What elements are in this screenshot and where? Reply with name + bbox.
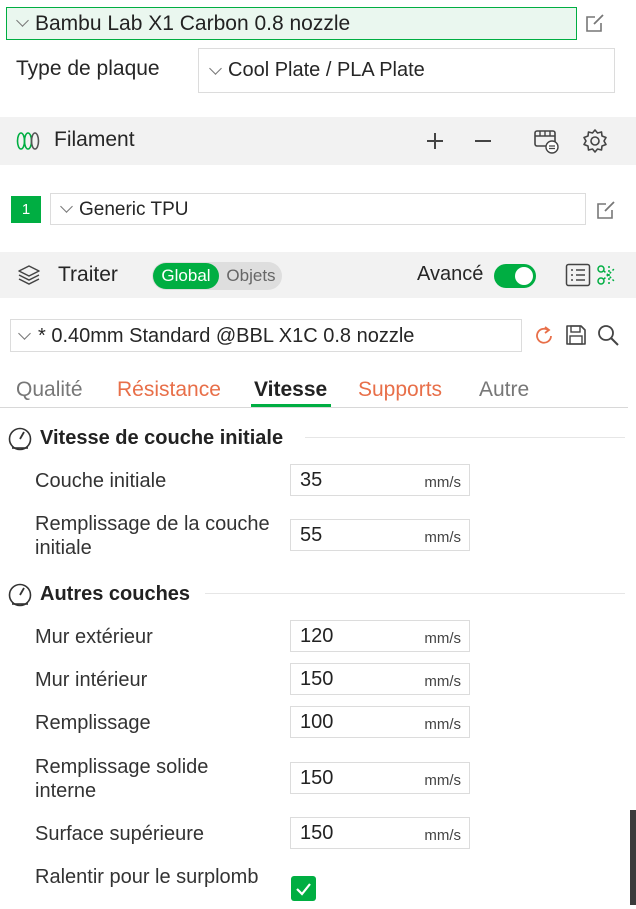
filament-name: Generic TPU xyxy=(79,199,189,220)
printer-name: Bambu Lab X1 Carbon 0.8 nozzle xyxy=(35,12,351,35)
tab-speed[interactable]: Vitesse xyxy=(254,378,327,402)
group-divider xyxy=(305,437,625,438)
param-label: Mur intérieur xyxy=(35,669,148,691)
tab-support[interactable]: Supports xyxy=(358,378,442,402)
gear-icon[interactable] xyxy=(582,128,608,154)
compare-icon[interactable] xyxy=(595,263,619,287)
group-divider xyxy=(205,593,625,594)
chevron-down-icon xyxy=(18,327,31,340)
field-unit: mm/s xyxy=(424,716,461,733)
edit-printer-icon[interactable] xyxy=(582,10,608,36)
scrollbar[interactable] xyxy=(630,810,636,905)
param-label: Remplissage de la couche initiale xyxy=(35,513,270,559)
initial-layer-speed-field[interactable]: 35 mm/s xyxy=(290,464,470,496)
internal-solid-infill-speed-field[interactable]: 150 mm/s xyxy=(290,762,470,794)
top-surface-speed-field[interactable]: 150 mm/s xyxy=(290,817,470,849)
field-value: 150 xyxy=(300,767,334,789)
process-title: Traiter xyxy=(58,263,118,286)
chevron-down-icon xyxy=(60,200,73,213)
search-icon[interactable] xyxy=(596,323,620,347)
speedometer-icon xyxy=(8,427,32,451)
chevron-down-icon xyxy=(16,14,29,27)
outer-wall-speed-field[interactable]: 120 mm/s xyxy=(290,620,470,652)
field-unit: mm/s xyxy=(424,772,461,789)
param-label: Remplissage solide interne xyxy=(35,756,209,802)
layers-icon xyxy=(18,265,40,285)
field-unit: mm/s xyxy=(424,827,461,844)
initial-layer-infill-speed-field[interactable]: 55 mm/s xyxy=(290,519,470,551)
printer-select[interactable]: Bambu Lab X1 Carbon 0.8 nozzle xyxy=(6,7,577,40)
param-label: Mur extérieur xyxy=(35,626,153,648)
plate-type-label: Type de plaque xyxy=(16,57,160,80)
param-label: Couche initiale xyxy=(35,470,167,492)
filament-index-badge[interactable]: 1 xyxy=(11,196,41,223)
infill-speed-field[interactable]: 100 mm/s xyxy=(290,706,470,738)
objects-mode-button[interactable]: Objets xyxy=(220,263,282,289)
field-value: 120 xyxy=(300,625,334,647)
field-value: 150 xyxy=(300,822,334,844)
reset-icon[interactable] xyxy=(533,325,555,347)
field-value: 35 xyxy=(300,469,323,491)
group-title-other-layers: Autres couches xyxy=(40,583,191,605)
field-unit: mm/s xyxy=(424,673,461,690)
speedometer-icon xyxy=(8,583,32,607)
tab-other[interactable]: Autre xyxy=(479,378,529,402)
field-value: 55 xyxy=(300,524,323,546)
plate-type-value: Cool Plate / PLA Plate xyxy=(228,59,425,81)
chevron-down-icon xyxy=(209,62,222,75)
process-preset-select[interactable]: * 0.40mm Standard @BBL X1C 0.8 nozzle xyxy=(10,319,522,352)
tab-quality[interactable]: Qualité xyxy=(16,378,83,402)
tab-strength[interactable]: Résistance xyxy=(117,378,221,402)
filament-title: Filament xyxy=(54,128,135,151)
remove-filament-icon[interactable] xyxy=(473,131,493,151)
save-icon[interactable] xyxy=(565,324,587,346)
plate-type-select[interactable]: Cool Plate / PLA Plate xyxy=(198,48,615,93)
inner-wall-speed-field[interactable]: 150 mm/s xyxy=(290,663,470,695)
process-preset-value: * 0.40mm Standard @BBL X1C 0.8 nozzle xyxy=(38,325,415,347)
advanced-switch[interactable] xyxy=(494,264,536,288)
check-icon xyxy=(296,883,311,896)
tab-divider xyxy=(0,407,628,408)
add-filament-icon[interactable] xyxy=(425,131,445,151)
advanced-label: Avancé xyxy=(417,263,484,285)
field-value: 100 xyxy=(300,711,334,733)
list-view-icon[interactable] xyxy=(565,263,591,287)
field-value: 150 xyxy=(300,668,334,690)
param-label: Surface supérieure xyxy=(35,823,204,845)
global-mode-button[interactable]: Global xyxy=(153,263,219,289)
slow-down-overhang-checkbox[interactable] xyxy=(291,876,316,901)
filament-sync-icon[interactable] xyxy=(532,127,560,155)
field-unit: mm/s xyxy=(424,474,461,491)
param-label: Remplissage xyxy=(35,712,151,734)
field-unit: mm/s xyxy=(424,529,461,546)
edit-filament-icon[interactable] xyxy=(593,197,619,223)
param-label: Ralentir pour le surplomb xyxy=(35,866,259,888)
field-unit: mm/s xyxy=(424,630,461,647)
switch-knob xyxy=(515,267,533,285)
group-title-initial-layer: Vitesse de couche initiale xyxy=(40,427,284,449)
global-objects-toggle[interactable]: Global Objets xyxy=(152,262,282,290)
filament-select[interactable]: Generic TPU xyxy=(50,193,586,225)
filament-spool-icon xyxy=(16,132,40,150)
